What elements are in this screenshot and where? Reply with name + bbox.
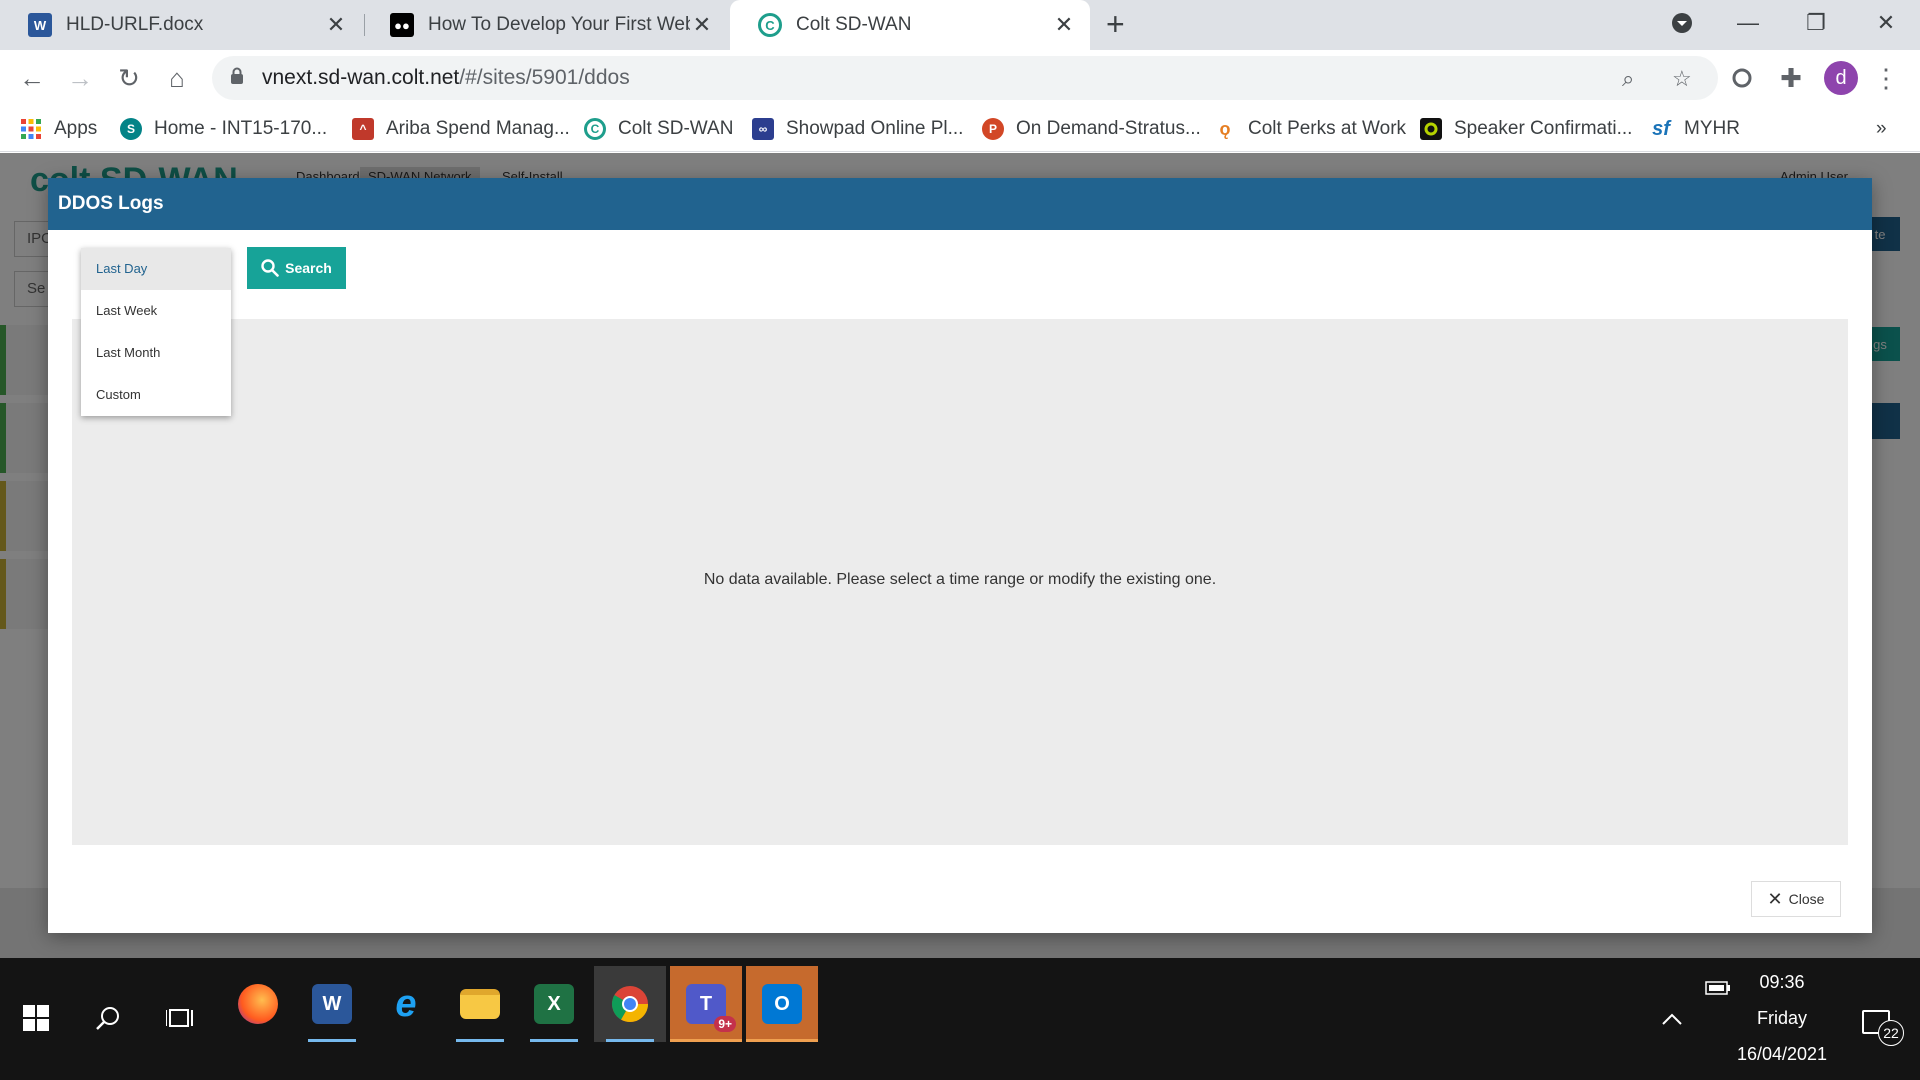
- close-tab-icon[interactable]: ✕: [690, 12, 714, 38]
- bookmark-home-int15[interactable]: S Home - INT15-170...: [120, 114, 327, 144]
- file-explorer-icon[interactable]: [444, 966, 516, 1042]
- successfactors-icon: sf: [1650, 118, 1672, 140]
- ddos-logs-modal: DDOS Logs Search No data available. Plea…: [48, 178, 1872, 933]
- bookmark-colt-perks[interactable]: ǫ Colt Perks at Work: [1214, 114, 1406, 144]
- new-tab-icon[interactable]: +: [1106, 6, 1125, 43]
- tab-colt-sdwan[interactable]: C Colt SD-WAN ✕: [730, 0, 1090, 50]
- clock-date[interactable]: 16/04/2021: [1722, 1044, 1842, 1065]
- bookmark-apps[interactable]: Apps: [20, 114, 97, 144]
- bookmark-label: On Demand-Stratus...: [1016, 118, 1201, 139]
- tab-search-icon[interactable]: [1648, 0, 1716, 46]
- bookmark-label: Colt Perks at Work: [1248, 118, 1407, 139]
- apps-grid-icon: [21, 119, 41, 139]
- menu-kebab-icon[interactable]: ⋮: [1870, 62, 1902, 94]
- sharepoint-icon: S: [120, 118, 142, 140]
- tab-title: HLD-URLF.docx: [66, 14, 204, 35]
- bookmark-myhr[interactable]: sf MYHR: [1650, 114, 1740, 144]
- search-button[interactable]: Search: [247, 247, 346, 289]
- range-option-last-day[interactable]: Last Day: [81, 248, 231, 290]
- search-icon: [261, 259, 279, 277]
- address-bar[interactable]: vnext.sd-wan.colt.net/#/sites/5901/ddos …: [212, 56, 1718, 100]
- reload-icon[interactable]: ↻: [113, 62, 145, 94]
- range-option-last-week[interactable]: Last Week: [81, 290, 231, 332]
- bookmark-on-demand[interactable]: P On Demand-Stratus...: [982, 114, 1201, 144]
- speaker-icon: [1420, 118, 1442, 140]
- bookmark-label: Speaker Confirmati...: [1454, 118, 1633, 139]
- excel-icon[interactable]: X: [518, 966, 590, 1042]
- tab-hld-urlf[interactable]: W HLD-URLF.docx ✕: [0, 0, 362, 50]
- bookmark-speaker[interactable]: Speaker Confirmati...: [1420, 114, 1632, 144]
- firefox-icon[interactable]: [222, 966, 294, 1042]
- minimize-icon[interactable]: —: [1714, 0, 1782, 46]
- powerpoint-icon: P: [982, 118, 1004, 140]
- url-path: /#/sites/5901/ddos: [459, 66, 630, 89]
- tab-medium-article[interactable]: ●● How To Develop Your First Web ( ✕: [362, 0, 728, 50]
- show-hidden-icons-icon[interactable]: [1636, 994, 1708, 1044]
- bookmarks-bar: Apps S Home - INT15-170... ^ Ariba Spend…: [0, 106, 1920, 152]
- close-tab-icon[interactable]: ✕: [324, 12, 348, 38]
- close-window-icon[interactable]: ✕: [1852, 0, 1920, 46]
- bookmarks-overflow-icon[interactable]: »: [1876, 114, 1887, 144]
- bookmark-label: MYHR: [1684, 118, 1740, 139]
- bookmark-star-icon[interactable]: ☆: [1672, 66, 1692, 92]
- empty-state-message: No data available. Please select a time …: [703, 571, 1217, 588]
- extensions-puzzle-icon[interactable]: ✚: [1775, 62, 1807, 94]
- browser-toolbar: ← → ↻ ⌂ vnext.sd-wan.colt.net/#/sites/59…: [0, 50, 1920, 106]
- modal-title: DDOS Logs: [48, 178, 1872, 230]
- perks-icon: ǫ: [1214, 118, 1236, 140]
- showpad-icon: ∞: [752, 118, 774, 140]
- lock-icon: [231, 67, 243, 84]
- forward-icon[interactable]: →: [64, 62, 96, 94]
- word-icon: W: [28, 13, 52, 37]
- bookmark-ariba[interactable]: ^ Ariba Spend Manag...: [352, 114, 570, 144]
- tab-title: Colt SD-WAN: [796, 14, 912, 35]
- browser-tabstrip: W HLD-URLF.docx ✕ ●● How To Develop Your…: [0, 0, 1920, 50]
- close-tab-icon[interactable]: ✕: [1052, 12, 1076, 38]
- range-option-custom[interactable]: Custom: [81, 374, 231, 416]
- bookmark-label: Apps: [54, 118, 98, 139]
- home-icon[interactable]: ⌂: [161, 62, 193, 94]
- clock-time[interactable]: 09:36: [1722, 972, 1842, 993]
- logs-content-area: No data available. Please select a time …: [72, 319, 1848, 845]
- close-button-label: Close: [1788, 891, 1825, 907]
- clock-day[interactable]: Friday: [1722, 1008, 1842, 1029]
- close-button[interactable]: ✕ Close: [1751, 881, 1841, 917]
- teams-badge: 9+: [714, 1016, 736, 1032]
- range-option-last-month[interactable]: Last Month: [81, 332, 231, 374]
- internet-explorer-icon[interactable]: e: [370, 966, 442, 1042]
- bookmark-label: Showpad Online Pl...: [786, 118, 964, 139]
- bookmark-colt-sdwan[interactable]: C Colt SD-WAN: [584, 114, 733, 144]
- restore-icon[interactable]: ❐: [1782, 0, 1850, 46]
- notification-count: 22: [1878, 1020, 1904, 1046]
- search-button-label: Search: [285, 260, 332, 276]
- close-icon: ✕: [1767, 888, 1783, 909]
- colt-icon: C: [584, 118, 606, 140]
- chrome-icon[interactable]: [594, 966, 666, 1042]
- word-icon[interactable]: W: [296, 966, 368, 1042]
- medium-icon: ●●: [390, 13, 414, 37]
- windows-start-icon[interactable]: [0, 980, 72, 1056]
- taskbar-search-icon[interactable]: [72, 980, 144, 1056]
- action-center-icon[interactable]: 22: [1840, 984, 1912, 1060]
- back-icon[interactable]: ←: [16, 62, 48, 94]
- bookmark-showpad[interactable]: ∞ Showpad Online Pl...: [752, 114, 963, 144]
- time-range-dropdown: Last Day Last Week Last Month Custom: [81, 248, 231, 416]
- bookmark-label: Ariba Spend Manag...: [386, 118, 570, 139]
- bookmark-label: Colt SD-WAN: [618, 118, 734, 139]
- extension-circle-icon[interactable]: [1726, 62, 1758, 94]
- url-text: vnext.sd-wan.colt.net/#/sites/5901/ddos: [262, 66, 630, 90]
- teams-icon[interactable]: T 9+: [670, 966, 742, 1042]
- url-host: vnext.sd-wan.colt.net: [262, 66, 460, 89]
- bookmark-label: Home - INT15-170...: [154, 118, 328, 139]
- tab-title: How To Develop Your First Web (: [428, 14, 690, 35]
- ariba-icon: ^: [352, 118, 374, 140]
- windows-taskbar: W e X T 9+ O 09:36 Friday 16/04/2021 22: [0, 958, 1920, 1080]
- outlook-icon[interactable]: O: [746, 966, 818, 1042]
- colt-icon: C: [758, 13, 782, 37]
- profile-avatar[interactable]: d: [1824, 61, 1858, 95]
- task-view-icon[interactable]: [144, 980, 216, 1056]
- zoom-icon[interactable]: ⌕: [1622, 66, 1634, 92]
